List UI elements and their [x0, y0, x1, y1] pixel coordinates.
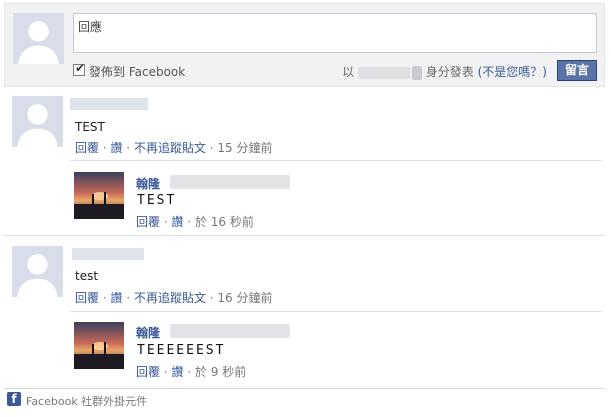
sunset-photo-icon	[74, 172, 124, 219]
post-as-text: 以 身分發表 (不是您嗎？)	[342, 63, 547, 80]
comment-input-placeholder: 回應	[78, 20, 103, 34]
default-avatar-icon	[12, 96, 63, 147]
reply-text: TEST	[137, 193, 177, 208]
blurred-commenter-name	[72, 248, 144, 260]
comment-timestamp: 16 分鐘前	[217, 291, 273, 305]
reply-link[interactable]: 回覆	[75, 141, 99, 155]
reply-avatar[interactable]	[74, 322, 124, 369]
comment-item: TEST 回覆 · 讚 · 不再追蹤貼文 · 15 分鐘前 翰隆 TEST 回覆…	[4, 92, 605, 237]
submit-comment-button[interactable]: 留言	[557, 60, 597, 81]
blurred-username	[358, 66, 411, 79]
divider	[70, 311, 602, 312]
post-to-facebook-checkbox[interactable]: ✔	[73, 61, 86, 76]
post-to-facebook-label[interactable]: 發佈到 Facebook	[89, 63, 185, 80]
unfollow-link[interactable]: 不再追蹤貼文	[134, 291, 206, 305]
like-link[interactable]: 讚	[171, 215, 183, 229]
plugin-footer: f Facebook 社群外掛元件	[4, 388, 605, 410]
avatar	[13, 13, 64, 64]
blurred-reply-meta	[170, 324, 290, 338]
footer-plugin-link[interactable]: Facebook 社群外掛元件	[26, 393, 147, 409]
sunset-photo-icon	[74, 322, 124, 369]
comment-text: test	[75, 269, 99, 283]
checkmark-icon: ✔	[75, 61, 86, 75]
comment-input[interactable]: 回應	[73, 13, 597, 53]
reply-link[interactable]: 回覆	[136, 215, 160, 229]
post-as-suffix: 身分發表	[425, 65, 474, 79]
reply-author-name[interactable]: 翰隆	[136, 324, 160, 341]
reply-meta: 回覆 · 讚 · 於 9 秒前	[136, 365, 247, 379]
divider	[70, 160, 602, 161]
comment-timestamp: 15 分鐘前	[217, 141, 273, 155]
unfollow-link[interactable]: 不再追蹤貼文	[134, 141, 206, 155]
comment-item: test 回覆 · 讚 · 不再追蹤貼文 · 16 分鐘前 翰隆 TEEEEEE	[4, 238, 605, 388]
divider	[4, 388, 605, 389]
reply-timestamp: 於 16 秒前	[194, 215, 254, 229]
reply-timestamp: 於 9 秒前	[194, 365, 247, 379]
reply-avatar[interactable]	[74, 172, 124, 219]
like-link[interactable]: 讚	[110, 141, 122, 155]
avatar	[12, 96, 63, 147]
reply-link[interactable]: 回覆	[75, 291, 99, 305]
comment-text: TEST	[75, 120, 105, 134]
comment-meta: 回覆 · 讚 · 不再追蹤貼文 · 15 分鐘前	[75, 141, 273, 155]
post-options-row: ✔ 發佈到 Facebook 以 身分發表 (不是您嗎？) 留言	[73, 60, 597, 82]
reply-link[interactable]: 回覆	[136, 365, 160, 379]
comment-meta: 回覆 · 讚 · 不再追蹤貼文 · 16 分鐘前	[75, 291, 273, 305]
like-link[interactable]: 讚	[110, 291, 122, 305]
comment-composer: 回應 ✔ 發佈到 Facebook 以 身分發表 (不是您嗎？) 留言	[4, 3, 605, 87]
like-link[interactable]: 讚	[171, 365, 183, 379]
blurred-username-part	[411, 65, 422, 80]
not-you-link[interactable]: (不是您嗎？)	[478, 65, 547, 79]
facebook-logo-icon[interactable]: f	[7, 392, 21, 406]
default-avatar-icon	[13, 13, 64, 64]
reply-text: TEEEEEEST	[137, 343, 226, 358]
divider	[4, 235, 605, 236]
reply-meta: 回覆 · 讚 · 於 16 秒前	[136, 215, 254, 229]
reply-author-name[interactable]: 翰隆	[136, 175, 160, 192]
avatar	[12, 246, 63, 297]
blurred-commenter-name	[70, 98, 148, 110]
post-as-prefix: 以	[342, 65, 355, 79]
default-avatar-icon	[12, 246, 63, 297]
blurred-reply-meta	[170, 175, 290, 189]
